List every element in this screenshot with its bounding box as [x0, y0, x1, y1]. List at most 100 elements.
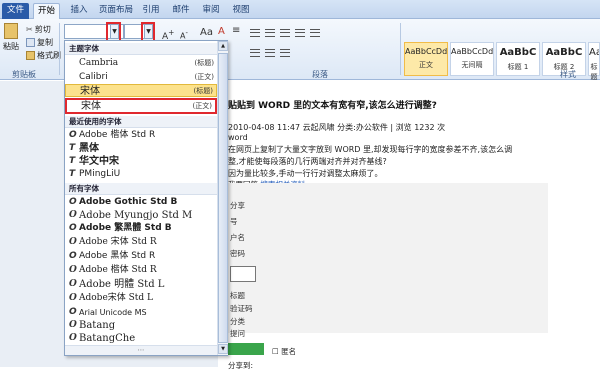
font-option-label: 黑体: [79, 143, 99, 154]
style-name: 正文: [419, 61, 433, 69]
font-role-tag: (标题): [194, 59, 214, 67]
align-center-icon[interactable]: [265, 29, 275, 37]
font-option-cambria[interactable]: Cambria (标题): [65, 57, 217, 70]
brush-icon: [26, 51, 35, 60]
form-label: 验证码: [230, 304, 253, 313]
theme-fonts-header: 主题字体: [65, 43, 217, 55]
font-option-label: BatangChe: [79, 333, 136, 344]
font-option[interactable]: O BatangChe: [65, 332, 217, 345]
document-paragraph: 整,才能使每段落的几行两端对齐并对齐基线?: [228, 157, 387, 166]
font-option[interactable]: O Adobe 楷体 Std R: [65, 129, 217, 142]
font-menu-scrollbar[interactable]: ▲ ▼: [217, 41, 228, 355]
submit-button[interactable]: [228, 343, 264, 355]
font-option-label: Batang: [79, 320, 116, 331]
distribute-icon[interactable]: [310, 29, 320, 37]
opentype-icon: O: [69, 320, 77, 330]
share-label: 分享到:: [228, 361, 254, 370]
anon-checkbox[interactable]: ☐ 匿名: [272, 346, 296, 357]
font-option-label: 宋体: [80, 86, 100, 97]
format-painter-button[interactable]: 格式刷: [26, 50, 61, 61]
shrink-font-icon[interactable]: A-: [180, 29, 188, 41]
font-option[interactable]: O Adobe 楷体 Std R: [65, 264, 217, 277]
tab-file[interactable]: 文件: [2, 3, 29, 19]
change-case-icon[interactable]: Aa: [200, 27, 213, 38]
style-title[interactable]: AaBbC 标题: [588, 42, 600, 81]
clipboard-group-label: 剪贴板: [12, 70, 36, 79]
font-option-calibri[interactable]: Calibri (正文): [65, 71, 217, 84]
align-left-icon[interactable]: [250, 29, 260, 37]
font-option[interactable]: O Adobe Myungjo Std M: [65, 209, 217, 222]
opentype-icon: O: [69, 223, 77, 233]
font-role-tag: (正文): [192, 102, 212, 110]
document-tag: word: [228, 133, 248, 142]
scissors-icon: ✂: [26, 25, 33, 34]
document-meta: 2010-04-08 11:47 云起风啸 分类:办公软件 | 浏览 1232 …: [228, 123, 446, 132]
truetype-icon: T: [69, 143, 76, 153]
font-option[interactable]: T PMingLiU: [65, 168, 217, 181]
styles-group-label: 样式: [560, 70, 576, 79]
menu-resize-grip[interactable]: ⋯: [65, 345, 217, 355]
tab-insert[interactable]: 插入: [68, 3, 90, 19]
cut-label: 剪切: [34, 25, 51, 34]
tab-home[interactable]: 开始: [33, 3, 60, 19]
font-option[interactable]: O Arial Unicode MS: [65, 306, 217, 319]
tab-view[interactable]: 视图: [230, 3, 252, 19]
group-separator: [59, 23, 60, 75]
align-right-icon[interactable]: [280, 29, 290, 37]
opentype-icon: O: [69, 293, 77, 303]
font-option-label: 华文中宋: [79, 156, 119, 167]
opentype-icon: O: [69, 251, 77, 261]
font-option[interactable]: O Adobe Gothic Std B: [65, 196, 217, 209]
font-option-label: PMingLiU: [79, 169, 121, 179]
font-role-tag: (正文): [194, 73, 214, 81]
tab-mailings[interactable]: 邮件: [170, 3, 192, 19]
form-label: 户名: [230, 233, 245, 242]
line-spacing-icon[interactable]: [250, 49, 260, 57]
style-name: 无间隔: [461, 61, 483, 69]
style-no-spacing[interactable]: AaBbCcDd 无间隔: [450, 42, 494, 76]
font-option[interactable]: O Adobe 宋体 Std R: [65, 236, 217, 249]
tab-page-layout[interactable]: 页面布局: [96, 3, 136, 19]
form-label: 号: [230, 217, 238, 226]
style-name: 标题: [590, 63, 598, 81]
opentype-icon: O: [69, 197, 77, 207]
clear-format-icon[interactable]: A: [218, 26, 225, 37]
border-icon[interactable]: [280, 49, 290, 57]
scroll-down-icon[interactable]: ▼: [218, 344, 228, 354]
shading-icon[interactable]: [265, 49, 275, 57]
ribbon-tab-bar: 文件 开始 插入 页面布局 引用 邮件 审阅 视图: [0, 0, 600, 19]
font-option[interactable]: T 华文中宋: [65, 155, 217, 168]
style-normal[interactable]: AaBbCcDd 正文: [404, 42, 448, 76]
image-placeholder: [230, 266, 256, 282]
font-option-label: Adobe宋体 Std L: [79, 293, 154, 303]
font-option[interactable]: O Adobe宋体 Std L: [65, 292, 217, 305]
font-option[interactable]: T 黑体: [65, 142, 217, 155]
cut-button[interactable]: ✂ 剪切: [26, 24, 51, 35]
font-option[interactable]: O Adobe 繁黑體 Std B: [65, 222, 217, 235]
paste-button[interactable]: 粘贴: [3, 23, 19, 52]
opentype-icon: O: [69, 333, 77, 343]
style-preview: AaBbCcDd: [405, 47, 447, 56]
tab-review[interactable]: 审阅: [200, 3, 222, 19]
copy-button[interactable]: 复制: [26, 37, 53, 48]
opentype-icon: O: [69, 307, 77, 317]
scroll-thumb[interactable]: [218, 53, 228, 343]
scroll-up-icon[interactable]: ▲: [218, 41, 228, 51]
font-option[interactable]: O Adobe 黑体 Std R: [65, 250, 217, 263]
font-option[interactable]: O Adobe 明體 Std L: [65, 278, 217, 291]
font-option-label: Adobe 宋体 Std R: [79, 237, 157, 247]
bullets-icon[interactable]: ≡: [232, 25, 240, 36]
style-heading-1[interactable]: AaBbC 标题 1: [496, 42, 540, 76]
font-option-label: Adobe 明體 Std L: [79, 279, 165, 290]
font-option-label: Adobe 黑体 Std R: [79, 251, 156, 261]
tab-references[interactable]: 引用: [140, 3, 162, 19]
font-role-tag: (标题): [193, 87, 213, 95]
justify-icon[interactable]: [295, 29, 305, 37]
style-preview: AaBbCcDd: [451, 47, 493, 56]
font-option-songti-heading[interactable]: 宋体 (标题): [65, 84, 217, 97]
font-option-songti-body[interactable]: 宋体 (正文): [65, 98, 217, 114]
font-option-label: Arial Unicode MS: [79, 308, 147, 317]
format-painter-label: 格式刷: [37, 51, 61, 60]
font-option[interactable]: O Batang: [65, 319, 217, 332]
font-option-label: Adobe Myungjo Std M: [79, 210, 193, 221]
